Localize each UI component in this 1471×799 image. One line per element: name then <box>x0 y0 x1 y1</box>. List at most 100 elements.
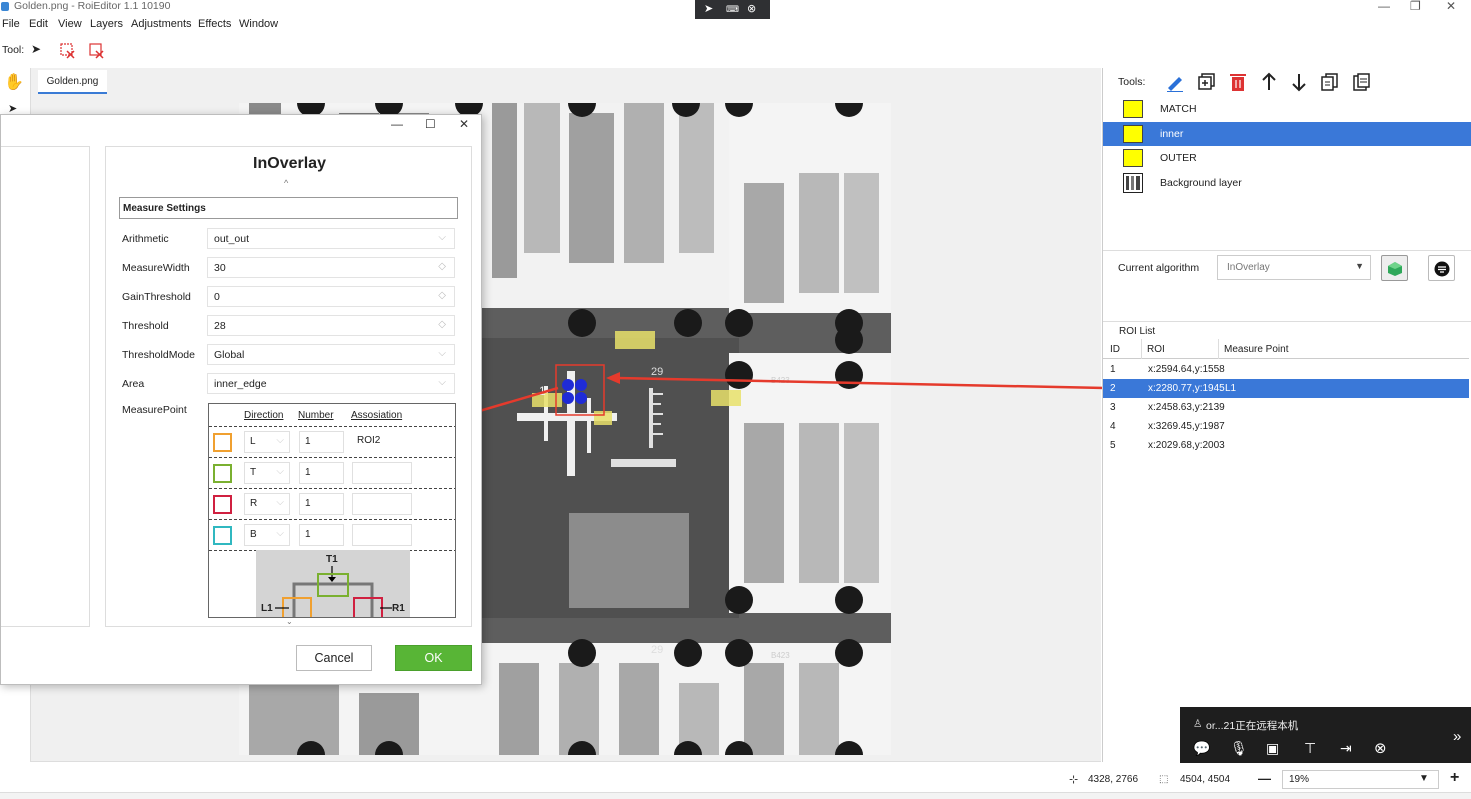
roi-id: 3 <box>1110 402 1116 413</box>
spin-arrows-icon[interactable]: ◇ <box>438 290 446 301</box>
settings-button[interactable] <box>1428 255 1455 281</box>
table-row[interactable]: 1 x:2594.64,y:1558 <box>1103 360 1469 379</box>
paste-icon[interactable] <box>1351 72 1371 92</box>
pencil-icon[interactable] <box>1165 72 1185 92</box>
measure-point-diagram: T1 L1 R1 <box>256 550 410 617</box>
arrow-up-icon[interactable] <box>1259 72 1279 92</box>
ok-button[interactable]: OK <box>395 645 472 671</box>
number-spinbox[interactable]: 1 <box>299 462 344 484</box>
direction-select[interactable]: L ⌵ <box>244 431 290 453</box>
number-spinbox[interactable]: 1 <box>299 431 344 453</box>
algorithm-select[interactable]: InOverlay ▼ <box>1217 255 1371 280</box>
zoom-out-button[interactable]: — <box>1258 771 1271 786</box>
direction-value: L <box>250 436 256 447</box>
dialog-maximize-button[interactable]: ☐ <box>425 117 436 131</box>
inoverlay-dialog: — ☐ ✕ InOverlay ^ Measure Settings Arith… <box>0 114 482 685</box>
text-icon[interactable]: ⊤ <box>1304 740 1316 757</box>
diagram-label-r1: R1 <box>392 603 405 614</box>
disconnect-icon[interactable]: ⊗ <box>1374 739 1387 757</box>
copy-icon[interactable] <box>1320 72 1340 92</box>
gainthreshold-spinbox[interactable]: 0 ◇ <box>207 286 455 307</box>
measurewidth-spinbox[interactable]: 30 ◇ <box>207 257 455 278</box>
field-value: inner_edge <box>214 378 267 390</box>
direction-select[interactable]: T ⌵ <box>244 462 290 484</box>
col-roi: ROI <box>1147 344 1165 355</box>
dialog-minimize-button[interactable]: — <box>391 117 403 131</box>
chat-icon[interactable]: 💬 <box>1193 740 1210 757</box>
layer-row-match[interactable]: MATCH <box>1103 97 1471 121</box>
association-select[interactable] <box>352 524 412 546</box>
screen-icon[interactable]: ▣ <box>1266 740 1279 757</box>
menu-adjustments[interactable]: Adjustments <box>131 18 192 30</box>
restore-button[interactable]: ❐ <box>1410 0 1421 13</box>
association-select[interactable]: ROI2 <box>352 431 412 453</box>
field-value: Global <box>214 349 245 361</box>
menu-file[interactable]: File <box>2 18 20 30</box>
layer-label: MATCH <box>1160 103 1197 115</box>
zoom-select[interactable]: 19% ▼ <box>1282 770 1439 789</box>
chevron-down-icon[interactable]: ⌄ <box>286 617 293 626</box>
mp-row-top: T ⌵ 1 <box>209 457 455 488</box>
expand-button[interactable]: » <box>1453 728 1461 745</box>
menu-edit[interactable]: Edit <box>29 18 48 30</box>
cursor-icon[interactable]: ➤ <box>704 2 713 15</box>
trash-icon[interactable] <box>1228 72 1248 92</box>
layer-row-inner[interactable]: inner <box>1103 122 1471 146</box>
mp-checkbox[interactable] <box>213 526 232 545</box>
roi-measure-point: L1 <box>1225 383 1237 394</box>
field-measurewidth: MeasureWidth 30 ◇ <box>106 257 473 279</box>
layer-color-swatch <box>1123 100 1143 118</box>
file-transfer-icon[interactable]: ⇥ <box>1340 740 1352 757</box>
roi-list-header: ID ROI Measure Point <box>1103 339 1469 359</box>
zoom-in-button[interactable]: + <box>1450 769 1459 787</box>
table-row[interactable]: 5 x:2029.68,y:2003 <box>1103 436 1469 455</box>
mp-checkbox[interactable] <box>213 495 232 514</box>
cancel-button[interactable]: Cancel <box>296 645 372 671</box>
association-select[interactable] <box>352 493 412 515</box>
pointer-tool-icon[interactable]: ➤ <box>31 42 41 56</box>
field-gainthreshold: GainThreshold 0 ◇ <box>106 286 473 308</box>
spin-arrows-icon[interactable]: ◇ <box>438 319 446 330</box>
layer-row-background[interactable]: Background layer <box>1103 171 1471 195</box>
field-label: Area <box>122 378 145 390</box>
table-row[interactable]: 4 x:3269.45,y:1987 <box>1103 417 1469 436</box>
arithmetic-select[interactable]: out_out ⌵ <box>207 228 455 249</box>
table-row[interactable]: 2 x:2280.77,y:1945 L1 <box>1103 379 1469 398</box>
mp-checkbox[interactable] <box>213 464 232 483</box>
hand-tool-icon[interactable]: ✋ <box>4 72 24 92</box>
tab-golden-png[interactable]: Golden.png <box>38 70 107 94</box>
status-bar: ⊹ 4328, 2766 ⬚ 4504, 4504 — 19% ▼ + <box>0 769 1471 792</box>
table-row[interactable]: 3 x:2458.63,y:2139 <box>1103 398 1469 417</box>
number-spinbox[interactable]: 1 <box>299 524 344 546</box>
chevron-up-icon[interactable]: ^ <box>284 178 288 188</box>
menu-layers[interactable]: Layers <box>90 18 123 30</box>
minimize-button[interactable]: — <box>1378 0 1390 13</box>
mp-checkbox[interactable] <box>213 433 232 452</box>
number-value: 1 <box>305 467 311 478</box>
arrow-down-icon[interactable] <box>1289 72 1309 92</box>
spin-arrows-icon[interactable]: ◇ <box>438 261 446 272</box>
direction-select[interactable]: B ⌵ <box>244 524 290 546</box>
number-spinbox[interactable]: 1 <box>299 493 344 515</box>
area-select[interactable]: inner_edge ⌵ <box>207 373 455 394</box>
layer-row-outer[interactable]: OUTER <box>1103 146 1471 170</box>
delete-roi-icon[interactable] <box>60 43 76 59</box>
direction-select[interactable]: R ⌵ <box>244 493 290 515</box>
mp-row-left: L ⌵ 1 ROI2 <box>209 426 455 457</box>
tool-bar: Tool: ➤ <box>0 40 300 62</box>
association-select[interactable] <box>352 462 412 484</box>
dialog-close-button[interactable]: ✕ <box>459 117 469 131</box>
menu-view[interactable]: View <box>58 18 82 30</box>
keyboard-icon[interactable]: ⌨ <box>726 4 739 15</box>
thresholdmode-select[interactable]: Global ⌵ <box>207 344 455 365</box>
close-icon[interactable]: ⊗ <box>747 2 756 15</box>
menu-effects[interactable]: Effects <box>198 18 231 30</box>
add-layer-icon[interactable] <box>1197 72 1217 92</box>
threshold-spinbox[interactable]: 28 ◇ <box>207 315 455 336</box>
delete-all-roi-icon[interactable] <box>89 43 105 59</box>
menu-window[interactable]: Window <box>239 18 278 30</box>
apply-algorithm-button[interactable] <box>1381 255 1408 281</box>
field-label: Arithmetic <box>122 233 169 245</box>
mic-icon[interactable]: 🎙 <box>1230 740 1248 757</box>
close-button[interactable]: ✕ <box>1446 0 1456 13</box>
